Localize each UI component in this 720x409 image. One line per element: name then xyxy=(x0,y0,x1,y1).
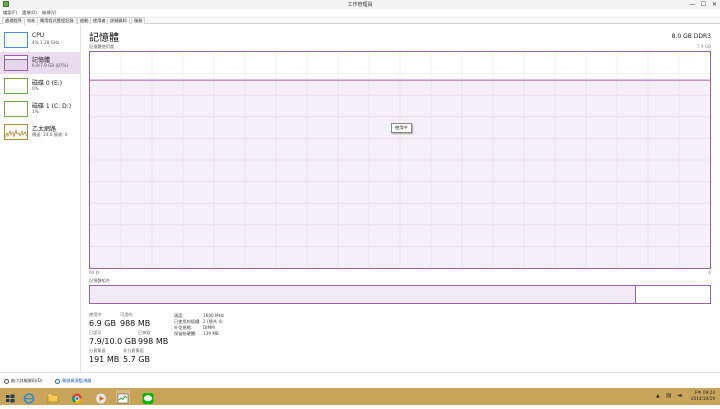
sidebar-item-value: 4% 1.28 GHz xyxy=(32,40,60,45)
title-bar: 工作管理員 — ☐ ✕ xyxy=(0,0,720,9)
stat-cached: 已快取 998 MB xyxy=(138,330,168,346)
sidebar-item-value: 1% xyxy=(32,109,39,114)
file-explorer-icon[interactable] xyxy=(46,390,60,403)
stat-label: 分頁集區 xyxy=(89,348,106,353)
fewer-details-button[interactable]: 較少詳細資料(D) xyxy=(4,378,43,384)
stat-value: 6.9 GB xyxy=(89,319,116,328)
stat-value: 5.7 GB xyxy=(123,355,150,364)
tab-app-history[interactable]: 應用程式歷程記錄 xyxy=(37,17,77,24)
resource-monitor-label: 開啟資源監視器 xyxy=(62,378,92,383)
detail-reserved-value: 139 MB xyxy=(203,331,219,336)
stat-paged-pool: 分頁集區 191 MB xyxy=(89,348,119,364)
memory-usage-graph: 使用中 xyxy=(89,51,711,269)
sidebar-item-value: 6.9/7.9 GB (87%) xyxy=(32,63,69,68)
line-icon[interactable] xyxy=(141,390,155,404)
time-axis-start: 60 秒 xyxy=(89,270,100,275)
graph-max-label: 7.9 GB xyxy=(696,44,711,49)
sidebar-item-disk-1[interactable]: 磁碟 1 (C: D:) 1% xyxy=(0,98,81,120)
start-button[interactable] xyxy=(3,390,17,403)
tab-details[interactable]: 詳細資料 xyxy=(107,17,130,24)
stat-value: 191 MB xyxy=(89,355,120,364)
network-icon[interactable]: ▤ xyxy=(666,392,672,399)
sidebar-item-ethernet[interactable]: 乙太網路 傳送: 24.0 接收: 0 xyxy=(0,121,81,143)
disk-1-thumbnail-graph xyxy=(4,101,28,117)
memory-usage-area xyxy=(90,80,710,268)
memory-spec: 8.0 GB DDR3 xyxy=(671,33,711,40)
ethernet-thumbnail-graph xyxy=(4,124,28,140)
tab-users[interactable]: 使用者 xyxy=(90,17,109,24)
maximize-button[interactable]: ☐ xyxy=(698,0,709,9)
window-title: 工作管理員 xyxy=(347,2,373,8)
stat-available: 可用的 988 MB xyxy=(120,312,150,328)
stat-value: 7.9/10.0 GB xyxy=(89,337,137,346)
menu-bar: 檔案(F) 選項(O) 檢視(V) xyxy=(0,9,720,16)
sidebar-item-label: CPU xyxy=(32,32,45,39)
stat-label: 使用中 xyxy=(89,312,102,317)
windows-taskbar: ▲ ▤ ◄ 下午 09:24 2014/10/19 xyxy=(0,388,720,405)
stat-nonpaged-pool: 非分頁集區 5.7 GB xyxy=(123,348,150,364)
stat-label: 已快取 xyxy=(138,330,151,335)
sidebar-item-disk-0[interactable]: 磁碟 0 (E:) 0% xyxy=(0,75,81,97)
resource-sidebar: CPU 4% 1.28 GHz 記憶體 6.9/7.9 GB (87%) 磁碟 … xyxy=(0,25,81,372)
time-axis-end: 0 xyxy=(708,270,711,275)
tab-services[interactable]: 服務 xyxy=(131,17,146,24)
stat-label: 可用的 xyxy=(120,312,133,317)
detail-form-factor-value: DIMM xyxy=(203,325,215,330)
resource-monitor-icon xyxy=(55,378,60,384)
stat-label: 已認可 xyxy=(89,330,102,335)
chrome-icon[interactable] xyxy=(70,390,84,404)
composition-in-use-segment xyxy=(90,286,636,303)
tray-up-arrow-icon[interactable]: ▲ xyxy=(656,393,660,399)
tab-processes[interactable]: 處理程序 xyxy=(2,17,25,24)
memory-composition-bar xyxy=(89,285,711,304)
cpu-thumbnail-graph xyxy=(4,32,28,48)
sidebar-item-value: 傳送: 24.0 接收: 0 xyxy=(32,132,68,137)
memory-usage-plot xyxy=(90,52,710,268)
sidebar-item-value: 0% xyxy=(32,86,39,91)
clock-date: 2014/10/19 xyxy=(690,396,715,401)
composition-label: 記憶體組合 xyxy=(89,278,110,283)
task-manager-taskbar-icon[interactable] xyxy=(116,390,130,404)
media-player-icon[interactable] xyxy=(94,390,108,404)
close-button[interactable]: ✕ xyxy=(709,0,720,9)
taskbar-clock[interactable]: 下午 09:24 2014/10/19 xyxy=(691,390,715,402)
task-manager-window: 工作管理員 — ☐ ✕ 檔案(F) 選項(O) 檢視(V) 處理程序 效能 應用… xyxy=(0,0,720,405)
volume-icon[interactable]: ◄ xyxy=(677,392,682,399)
memory-panel: 記憶體 8.0 GB DDR3 記憶體使用量 7.9 GB 使用中 60 秒 0… xyxy=(85,25,715,372)
chevron-up-icon xyxy=(4,378,9,384)
bottom-bar: 較少詳細資料(D) 開啟資源監視器 xyxy=(0,372,720,388)
tab-bar: 處理程序 效能 應用程式歷程記錄 啟動 使用者 詳細資料 服務 xyxy=(0,16,720,25)
detail-reserved-label: 保留給硬體: xyxy=(174,331,197,336)
fewer-details-label: 較少詳細資料(D) xyxy=(11,378,43,383)
graph-label: 記憶體使用量 xyxy=(89,44,115,49)
page-title: 記憶體 xyxy=(89,33,119,44)
stat-label: 非分頁集區 xyxy=(123,348,144,353)
minimize-button[interactable]: — xyxy=(687,0,698,9)
detail-speed-value: 1600 MHz xyxy=(203,313,224,318)
stat-value: 988 MB xyxy=(120,319,151,328)
stat-in-use: 使用中 6.9 GB xyxy=(89,312,116,328)
disk-0-thumbnail-graph xyxy=(4,78,28,94)
sidebar-item-cpu[interactable]: CPU 4% 1.28 GHz xyxy=(0,29,81,51)
system-tray: ▲ ▤ ◄ 下午 09:24 2014/10/19 xyxy=(650,388,720,405)
sidebar-item-memory[interactable]: 記憶體 6.9/7.9 GB (87%) xyxy=(0,52,81,74)
graph-tooltip: 使用中 xyxy=(391,123,412,133)
stat-committed: 已認可 7.9/10.0 GB xyxy=(89,330,136,346)
open-resource-monitor-link[interactable]: 開啟資源監視器 xyxy=(55,378,91,384)
stat-value: 998 MB xyxy=(138,337,169,346)
internet-explorer-icon[interactable] xyxy=(22,390,36,404)
memory-thumbnail-graph xyxy=(4,55,28,71)
